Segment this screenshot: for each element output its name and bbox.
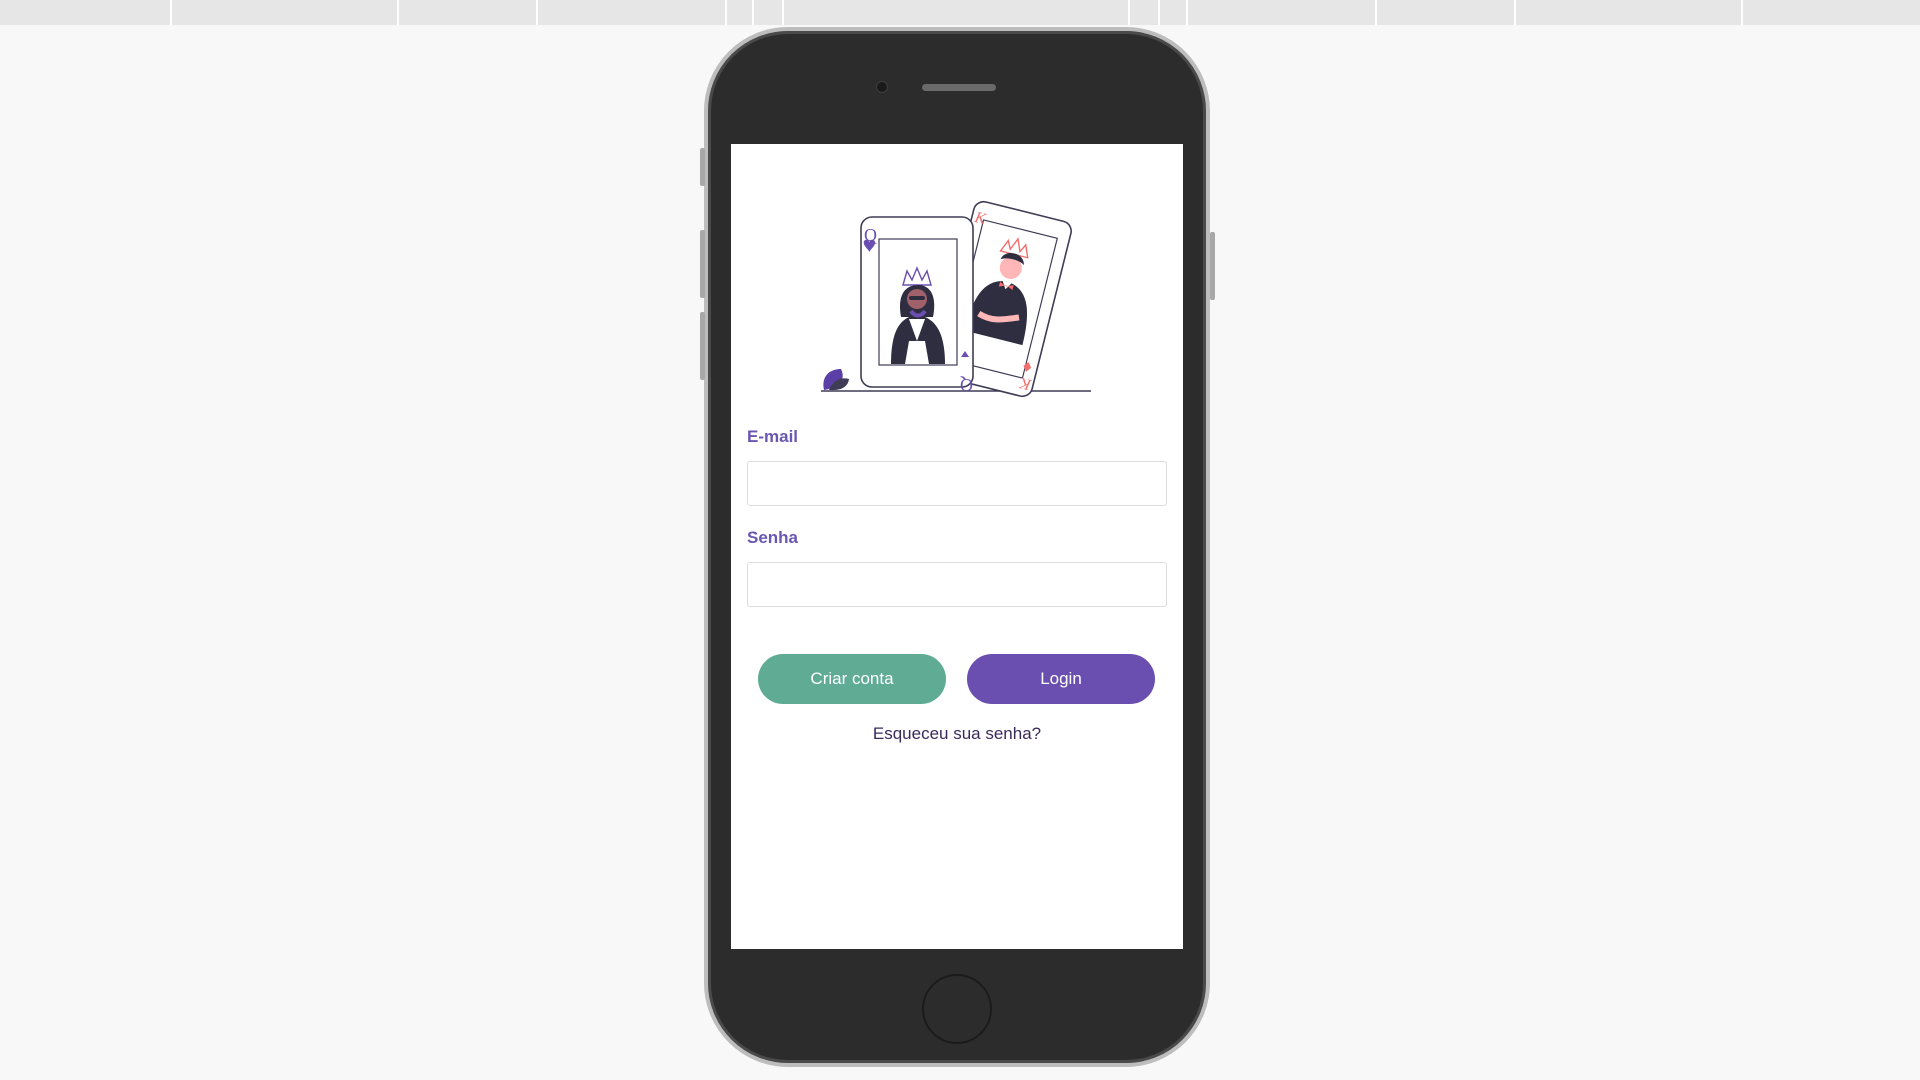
- phone-volume-down-button: [700, 312, 705, 380]
- login-label: Login: [1040, 669, 1082, 688]
- create-account-label: Criar conta: [810, 669, 894, 688]
- phone-home-button: [922, 974, 992, 1044]
- tab-separator: [1186, 0, 1188, 25]
- tab-separator: [1128, 0, 1130, 25]
- login-button[interactable]: Login: [967, 654, 1155, 704]
- tab-separator: [1741, 0, 1743, 25]
- phone-speaker: [922, 84, 996, 91]
- phone-camera: [877, 82, 887, 92]
- password-label: Senha: [747, 528, 799, 547]
- tab-separator: [170, 0, 172, 25]
- playing-cards-illustration: K K Q Q: [821, 200, 1091, 398]
- phone-mute-switch: [700, 148, 705, 186]
- tab-separator: [1158, 0, 1160, 25]
- tab-separator: [752, 0, 754, 25]
- tab-separator: [536, 0, 538, 25]
- queen-letter-bottom: Q: [960, 375, 973, 395]
- forgot-password-link[interactable]: Esqueceu sua senha?: [731, 724, 1183, 744]
- phone-power-button: [1210, 232, 1215, 300]
- phone-volume-up-button: [700, 230, 705, 298]
- email-label: E-mail: [747, 427, 799, 446]
- email-input[interactable]: [747, 461, 1167, 506]
- queen-card: Q Q: [860, 216, 974, 395]
- browser-tab-strip: [0, 0, 1920, 25]
- tab-separator: [1514, 0, 1516, 25]
- tab-separator: [725, 0, 727, 25]
- app-screen: K K Q Q E-mail Senha Criar conta Login E…: [731, 144, 1183, 949]
- tab-separator: [782, 0, 784, 25]
- create-account-button[interactable]: Criar conta: [758, 654, 946, 704]
- tab-separator: [397, 0, 399, 25]
- password-input[interactable]: [747, 562, 1167, 607]
- tab-separator: [1375, 0, 1377, 25]
